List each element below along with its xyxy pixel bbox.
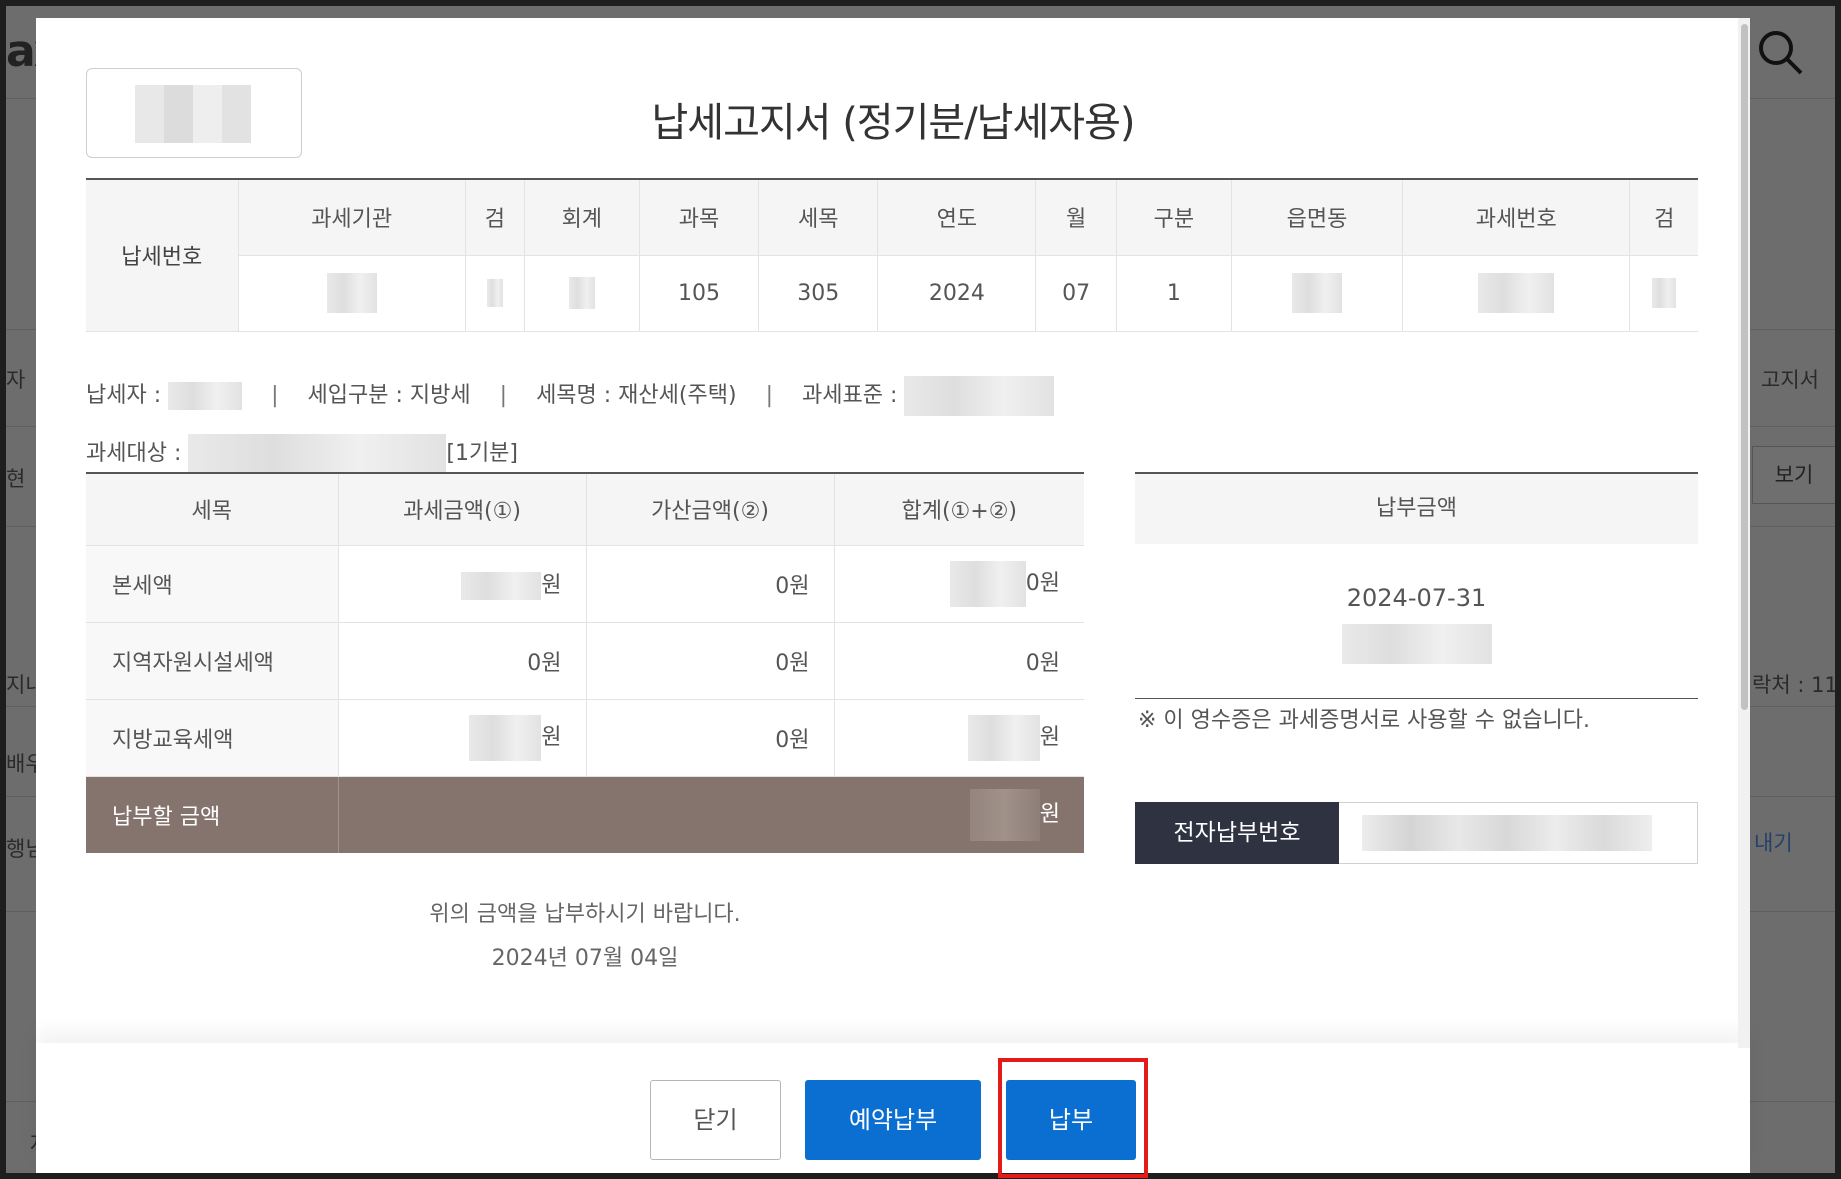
table-row: 지역자원시설세액 0원 0원 0원 (86, 622, 1084, 700)
tax-subject-line: 과세대상 : [1기분] (86, 434, 518, 474)
redacted-value (1292, 273, 1342, 313)
redacted-value (1341, 624, 1492, 664)
table-cell (237, 255, 466, 332)
table-cell (464, 255, 525, 332)
table-cell: 원 (337, 545, 586, 623)
table-cell (1402, 255, 1630, 332)
payment-amount-header: 납부금액 (1135, 474, 1698, 544)
close-button[interactable]: 닫기 (650, 1080, 781, 1160)
column-header: 구분 (1115, 179, 1232, 256)
redacted-value (168, 382, 243, 410)
column-header: 가산금액(②) (585, 473, 834, 546)
bg-view-button[interactable]: 보기 (1752, 446, 1835, 504)
table-cell: 원 (337, 699, 586, 777)
redacted-value (1478, 273, 1555, 313)
search-icon (1759, 31, 1803, 75)
taxpayer-label: 납세자 : (86, 383, 169, 408)
epay-label: 전자납부번호 (1135, 802, 1339, 864)
redacted-value (486, 279, 503, 307)
table-cell: 07 (1035, 255, 1117, 332)
column-header: 과세금액(①) (337, 473, 586, 546)
table-cell (523, 255, 640, 332)
table-cell: 0원 (337, 622, 586, 700)
due-date: 2024-07-31 (1346, 584, 1487, 612)
redacted-value (969, 788, 1040, 841)
tax-notice-modal: 납세고지서 (정기분/납세자용) 납세번호 과세기관 검 회계 과목 세목 연도… (36, 18, 1750, 1178)
column-header: 검 (1629, 179, 1698, 256)
total-row: 납부할 금액 원 (86, 776, 1084, 853)
table-cell: 305 (758, 255, 878, 332)
modal-footer: 닫기 예약납부 납부 (36, 1043, 1750, 1178)
column-header: 회계 (523, 179, 640, 256)
redacted-value (904, 376, 1055, 416)
column-header: 연도 (877, 179, 1036, 256)
table-row: 지방교육세액 원 0원 원 (86, 699, 1084, 777)
bg-left-label: 현 (6, 467, 26, 491)
total-label: 납부할 금액 (86, 776, 338, 853)
electronic-payment-number: 전자납부번호 (1135, 802, 1698, 864)
redacted-value (326, 273, 377, 313)
redacted-value (1652, 278, 1677, 308)
table-cell: 0원 (585, 622, 834, 700)
column-header: 합계(①+②) (833, 473, 1084, 546)
tax-item-name: 세목명 : 재산세(주택) (536, 383, 737, 408)
tax-subject-label: 과세대상 : (86, 441, 189, 466)
total-amount: 원 (337, 776, 1084, 853)
column-header: 읍면동 (1230, 179, 1403, 256)
payment-amount-body: 2024-07-31 (1135, 544, 1698, 699)
table-cell: 0원 (585, 545, 834, 623)
table-cell: 1 (1115, 255, 1232, 332)
redacted-value (461, 572, 542, 600)
table-cell: 0원 (833, 622, 1084, 700)
highlight-box (998, 1058, 1148, 1178)
taxpayer-info-line: 납세자 : | 세입구분 : 지방세 | 세목명 : 재산세(주택) | 과세표… (86, 376, 1055, 416)
redacted-value (1362, 815, 1652, 851)
table-cell (1230, 255, 1403, 332)
revenue-type: 세입구분 : 지방세 (307, 383, 471, 408)
row-label: 본세액 (86, 545, 338, 623)
document-title: 납세고지서 (정기분/납세자용) (651, 100, 1135, 146)
table-row: 본세액 원 0원 0원 (86, 545, 1084, 623)
redacted-value (949, 560, 1026, 607)
issue-date: 2024년 07월 04일 (491, 946, 679, 971)
reserve-payment-button[interactable]: 예약납부 (805, 1080, 981, 1160)
table-cell: 105 (638, 255, 759, 332)
modal-scrollbar-thumb[interactable] (1741, 24, 1748, 710)
redacted-value (469, 714, 542, 761)
column-header: 과목 (638, 179, 759, 256)
tax-number-table: 납세번호 과세기관 검 회계 과목 세목 연도 월 구분 읍면동 과세번호 검 … (86, 178, 1698, 332)
tax-period: [1기분] (446, 441, 519, 466)
table-cell (1629, 255, 1698, 332)
row-label: 지역자원시설세액 (86, 622, 338, 700)
column-header: 세목 (86, 473, 338, 546)
bg-left-label: 자 (6, 368, 26, 392)
tax-number-row-header: 납세번호 (86, 179, 238, 332)
redacted-value (568, 277, 595, 309)
payment-amount-box: 납부금액 2024-07-31 (1135, 472, 1698, 699)
redacted-value (967, 714, 1040, 761)
tax-base-label: 과세표준 : (801, 383, 905, 408)
column-header: 과세기관 (237, 179, 466, 256)
redacted-value (188, 434, 447, 474)
column-header: 검 (464, 179, 525, 256)
row-label: 지방교육세액 (86, 699, 338, 777)
bg-contact-text: 락처 : 110 (1752, 673, 1835, 697)
bg-link[interactable]: 내기 (1754, 827, 1793, 857)
tax-amount-table: 세목 과세금액(①) 가산금액(②) 합계(①+②) 본세액 원 0원 0원 지… (86, 472, 1084, 853)
column-header: 월 (1035, 179, 1117, 256)
receipt-notice: ※ 이 영수증은 과세증명서로 사용할 수 없습니다. (1138, 708, 1590, 733)
payment-request-text: 위의 금액을 납부하시기 바랍니다. (429, 902, 741, 927)
table-cell: 원 (833, 699, 1084, 777)
bg-column-header: 고지서 (1761, 368, 1819, 392)
table-cell: 2024 (877, 255, 1036, 332)
table-cell: 0원 (585, 699, 834, 777)
column-header: 과세번호 (1402, 179, 1630, 256)
column-header: 세목 (758, 179, 878, 256)
table-cell: 0원 (833, 545, 1084, 623)
